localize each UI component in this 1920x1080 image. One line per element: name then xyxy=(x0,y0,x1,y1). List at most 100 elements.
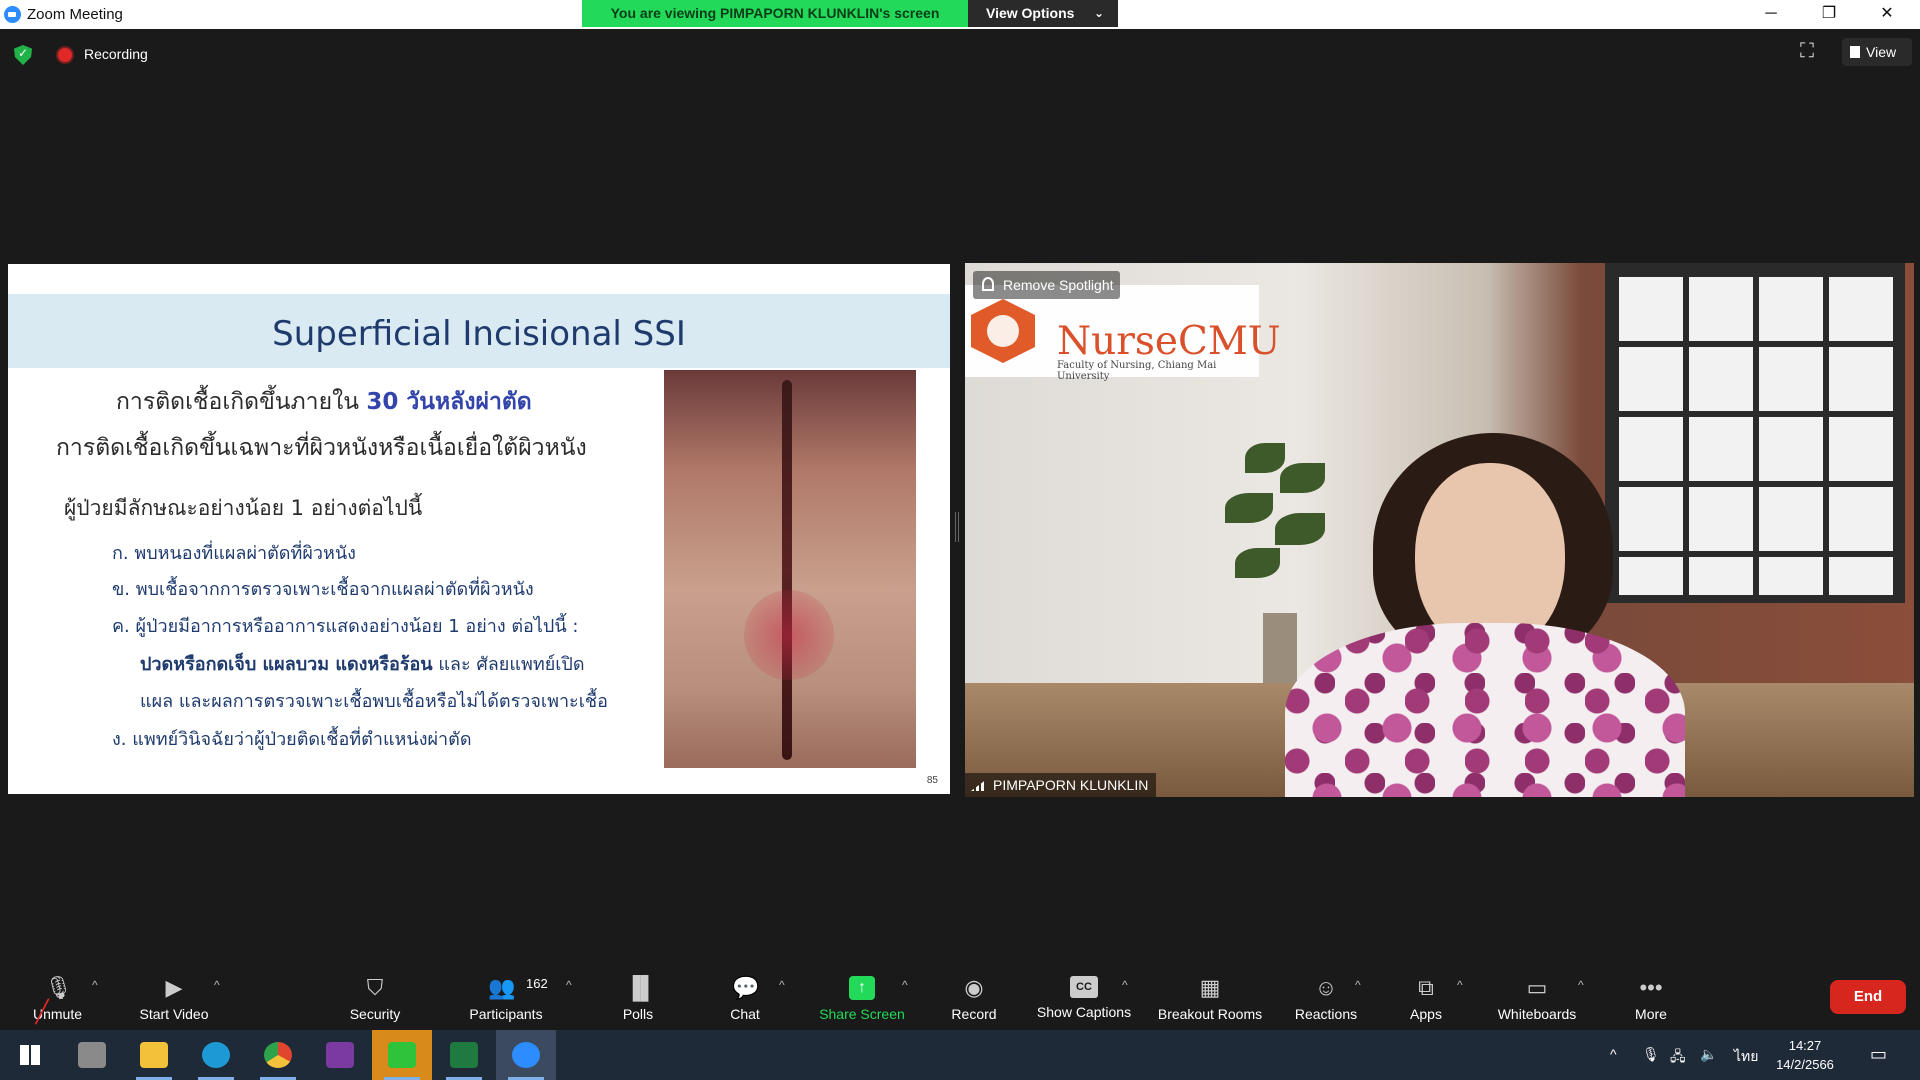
polls-icon: ▐▌ xyxy=(625,975,657,1000)
video-options-caret-icon[interactable]: ^ xyxy=(214,978,220,992)
camera-icon xyxy=(78,1042,106,1068)
remove-spotlight-button[interactable]: Remove Spotlight xyxy=(973,271,1120,299)
taskbar-chrome[interactable] xyxy=(248,1030,308,1080)
restore-button[interactable]: ❐ xyxy=(1809,2,1849,26)
close-button[interactable]: ✕ xyxy=(1867,2,1907,26)
folder-icon xyxy=(140,1042,168,1068)
remove-spotlight-label: Remove Spotlight xyxy=(1003,277,1114,293)
screen-rotate-icon[interactable]: ⛶ xyxy=(1800,40,1826,66)
surgical-wound-photo xyxy=(664,370,916,768)
taskbar-camera[interactable] xyxy=(62,1030,122,1080)
zoom-app-icon xyxy=(4,6,21,23)
slide-item-c-rest: และ ศัลยแพทย์เปิด xyxy=(432,654,585,675)
whiteboards-label: Whiteboards xyxy=(1497,1006,1577,1022)
reactions-caret-icon[interactable]: ^ xyxy=(1355,978,1361,992)
share-options-caret-icon[interactable]: ^ xyxy=(902,978,908,992)
view-button[interactable]: View xyxy=(1842,38,1912,66)
more-button[interactable]: ••• More xyxy=(1628,964,1674,1030)
security-button[interactable]: ⛉ Security xyxy=(335,964,415,1030)
show-captions-label: Show Captions xyxy=(1036,1004,1132,1020)
unmute-button[interactable]: 🎙 ╱ Unmute xyxy=(20,964,95,1030)
participant-name: PIMPAPORN KLUNKLIN xyxy=(993,777,1149,793)
whiteboards-button[interactable]: ▭ Whiteboards xyxy=(1490,964,1584,1030)
speaker-video-tile[interactable]: NurseCMU Faculty of Nursing, Chiang Mai … xyxy=(965,263,1914,797)
apps-caret-icon[interactable]: ^ xyxy=(1457,978,1463,992)
windows-taskbar xyxy=(0,1030,1920,1080)
signal-strength-icon xyxy=(971,779,987,791)
slide-line-1-highlight: 30 วันหลังผ่าตัด xyxy=(366,389,532,415)
reactions-button[interactable]: ☺ Reactions xyxy=(1290,964,1362,1030)
participant-name-tag: PIMPAPORN KLUNKLIN xyxy=(965,773,1157,797)
start-video-button[interactable]: ▶ Start Video xyxy=(130,964,218,1030)
start-video-label: Start Video xyxy=(139,1006,209,1022)
more-dots-icon: ••• xyxy=(1639,975,1663,1000)
viewing-screen-banner: You are viewing PIMPAPORN KLUNKLIN's scr… xyxy=(582,0,968,27)
video-off-icon: ▶ xyxy=(165,975,183,1000)
chat-label: Chat xyxy=(730,1006,760,1022)
nursecmu-emblem-icon xyxy=(971,299,1035,363)
logo-text: NurseCMU xyxy=(1057,319,1281,364)
slide-item-c-continued-2: แผล และผลการตรวจเพาะเชื้อพบเชื้อหรือไม่ไ… xyxy=(140,691,608,712)
slide-item-d: ง. แพทย์วินิจฉัยว่าผู้ป่วยติดเชื้อที่ตำแ… xyxy=(112,729,472,750)
recording-label: Recording xyxy=(84,46,148,62)
taskbar-file-explorer[interactable] xyxy=(124,1030,184,1080)
tray-chevron-up-icon[interactable]: ^ xyxy=(1610,1046,1617,1062)
tray-language[interactable]: ไทย xyxy=(1734,1046,1758,1068)
meeting-toolbar: 🎙 ╱ Unmute ^ ▶ Start Video ^ ⛉ Security 👥… xyxy=(0,964,1920,1030)
slide-line-1: การติดเชื้อเกิดขึ้นภายใน 30 วันหลังผ่าตั… xyxy=(116,384,532,420)
tray-volume-icon[interactable]: 🔈 xyxy=(1700,1046,1717,1063)
slide-item-b: ข. พบเชื้อจากการตรวจเพาะเชื้อจากแผลผ่าตั… xyxy=(112,579,534,600)
participants-button[interactable]: 👥 Participants xyxy=(460,964,552,1030)
taskbar-zoom[interactable] xyxy=(496,1030,556,1080)
tray-date: 14/2/2566 xyxy=(1776,1057,1834,1072)
view-options-label: View Options xyxy=(986,5,1075,21)
apps-icon: ⧉ xyxy=(1418,975,1434,1000)
taskbar-excel[interactable] xyxy=(434,1030,494,1080)
slide-title: Superficial Incisional SSI xyxy=(272,314,686,354)
tray-network-icon[interactable]: 🖧 xyxy=(1670,1046,1686,1070)
muted-mic-icon: 🎙 ╱ xyxy=(35,975,73,1024)
title-bar: Zoom Meeting You are viewing PIMPAPORN K… xyxy=(0,0,1920,29)
polls-label: Polls xyxy=(622,1006,654,1022)
taskbar-edge[interactable] xyxy=(186,1030,246,1080)
share-screen-button[interactable]: ↑ Share Screen xyxy=(812,964,912,1030)
line-icon xyxy=(388,1042,416,1068)
audio-options-caret-icon[interactable]: ^ xyxy=(92,978,98,992)
panel-splitter-handle[interactable] xyxy=(955,512,959,542)
apps-button[interactable]: ⧉ Apps xyxy=(1404,964,1448,1030)
record-icon: ◉ xyxy=(964,975,984,1000)
share-screen-icon: ↑ xyxy=(849,976,875,1000)
shield-icon: ⛉ xyxy=(366,975,384,1000)
polls-button[interactable]: ▐▌ Polls xyxy=(614,964,662,1030)
whiteboards-caret-icon[interactable]: ^ xyxy=(1578,978,1584,992)
tray-mic-icon[interactable]: 🎙 xyxy=(1642,1046,1660,1063)
chat-caret-icon[interactable]: ^ xyxy=(779,978,785,992)
security-label: Security xyxy=(349,1006,401,1022)
taskbar-book-app[interactable] xyxy=(310,1030,370,1080)
edge-icon xyxy=(202,1042,230,1068)
security-shield-icon[interactable] xyxy=(14,45,32,65)
show-captions-button[interactable]: CC Show Captions xyxy=(1030,964,1138,1030)
breakout-rooms-label: Breakout Rooms xyxy=(1157,1006,1263,1022)
captions-caret-icon[interactable]: ^ xyxy=(1122,978,1128,992)
record-button[interactable]: ◉ Record xyxy=(944,964,1004,1030)
start-button[interactable] xyxy=(0,1030,60,1080)
chat-button[interactable]: 💬 Chat xyxy=(720,964,770,1030)
participants-caret-icon[interactable]: ^ xyxy=(566,978,572,992)
notifications-icon[interactable]: ▭ xyxy=(1870,1044,1887,1065)
tray-clock[interactable]: 14:27 14/2/2566 xyxy=(1770,1036,1840,1074)
unmute-label: Unmute xyxy=(32,1006,83,1022)
taskbar-line[interactable] xyxy=(372,1030,432,1080)
slide-line-3: ผู้ป่วยมีลักษณะอย่างน้อย 1 อย่างต่อไปนี้ xyxy=(64,496,423,520)
chat-icon: 💬 xyxy=(732,975,760,1000)
record-label: Record xyxy=(951,1006,997,1022)
participant-count: 162 xyxy=(526,976,548,991)
breakout-rooms-button[interactable]: ▦ Breakout Rooms xyxy=(1150,964,1270,1030)
view-options-button[interactable]: View Options ⌄ xyxy=(968,0,1118,27)
view-grid-icon xyxy=(1850,46,1860,58)
end-meeting-button[interactable]: End xyxy=(1830,980,1906,1014)
logo-subtitle: Faculty of Nursing, Chiang Mai Universit… xyxy=(1057,360,1217,382)
shared-screen-slide: Superficial Incisional SSI การติดเชื้อเก… xyxy=(8,264,950,794)
breakout-rooms-icon: ▦ xyxy=(1199,975,1221,1000)
minimize-button[interactable]: ─ xyxy=(1751,2,1791,26)
